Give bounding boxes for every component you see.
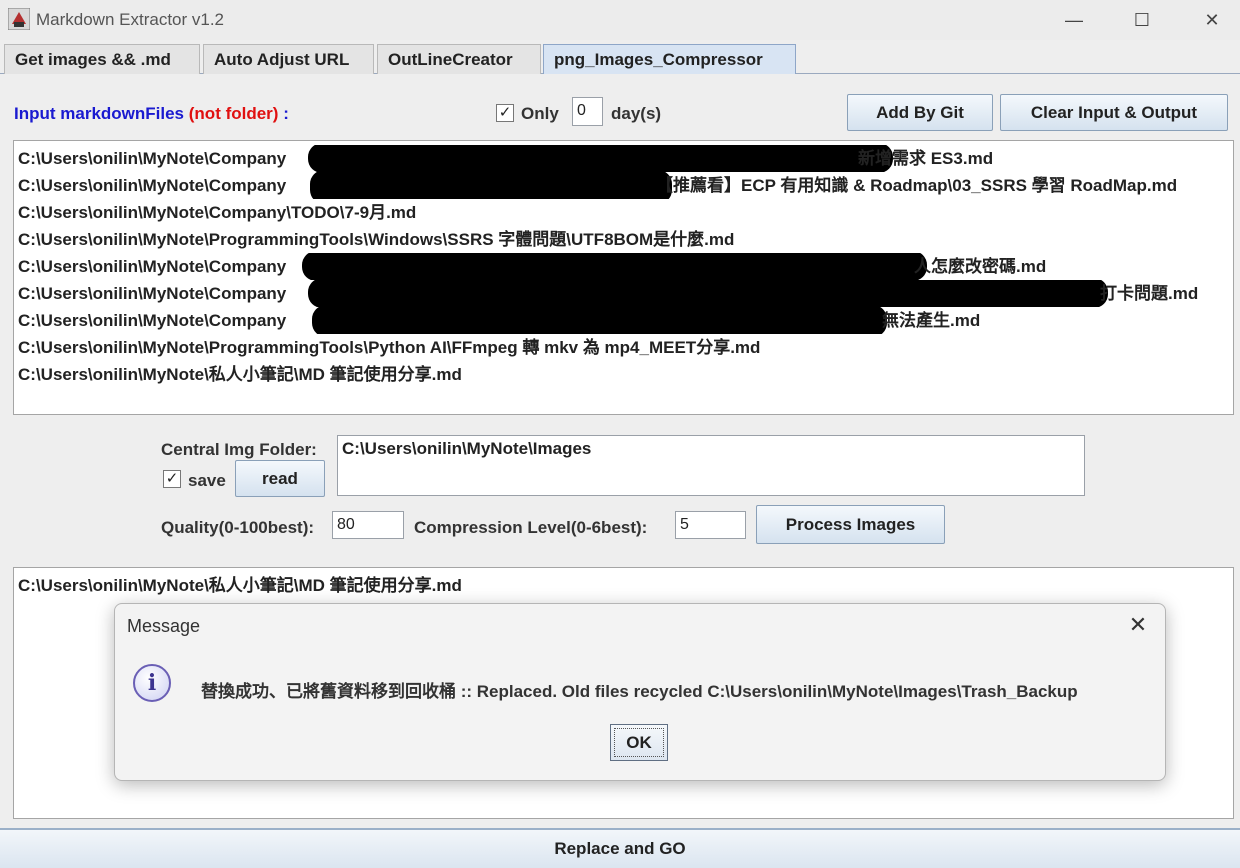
input-file-list[interactable]: C:\Users\onilin\MyNote\Company 新增需求 ES3.… [13,140,1234,415]
input-files-label-main: Input markdownFiles [14,104,185,123]
maximize-button[interactable]: ☐ [1122,6,1162,34]
message-dialog: Message ✕ i 替換成功、已將舊資料移到回收桶 :: Replaced.… [114,603,1166,781]
file-path-prefix: C:\Users\onilin\MyNote\Company [18,149,287,168]
redaction-mark [310,172,672,199]
tab-outline-creator[interactable]: OutLineCreator [377,44,541,74]
save-label: save [188,471,226,490]
list-item[interactable]: C:\Users\onilin\MyNote\Company 【推薦看】ECP … [18,172,1229,199]
file-path: C:\Users\onilin\MyNote\私人小筆記\MD 筆記使用分享.m… [18,365,462,384]
quality-label: Quality(0-100best): [161,518,315,537]
save-checkbox[interactable]: ✓ [163,470,181,488]
redaction-mark [308,145,893,172]
replace-and-go-button[interactable]: Replace and GO [0,828,1240,868]
file-path-prefix: C:\Users\onilin\MyNote\Company [18,284,287,303]
file-path: C:\Users\onilin\MyNote\ProgrammingTools\… [18,230,735,249]
central-img-folder-field[interactable]: C:\Users\onilin\MyNote\Images [337,435,1085,496]
list-item[interactable]: C:\Users\onilin\MyNote\ProgrammingTools\… [18,334,1229,361]
list-item[interactable]: C:\Users\onilin\MyNote\私人小筆記\MD 筆記使用分享.m… [18,361,1229,388]
redaction-mark [312,307,887,334]
only-days-checkbox[interactable]: ✓ [496,104,514,122]
close-window-button[interactable]: ✕ [1192,6,1232,34]
file-path-suffix: 無法產生.md [882,311,981,330]
list-item[interactable]: C:\Users\onilin\MyNote\Company 人怎麼改密碼.md [18,253,1229,280]
title-bar: Markdown Extractor v1.2 — ☐ ✕ [0,0,1240,40]
input-files-label: Input markdownFiles (not folder) : [14,104,289,124]
quality-input[interactable]: 80 [332,511,404,539]
input-files-label-colon: : [283,104,289,123]
file-path-prefix: C:\Users\onilin\MyNote\Company [18,257,287,276]
process-images-button[interactable]: Process Images [756,505,945,544]
dialog-title: Message [127,616,201,636]
dialog-close-button[interactable]: ✕ [1125,612,1151,638]
info-icon: i [133,664,171,702]
list-item[interactable]: C:\Users\onilin\MyNote\Company 新增需求 ES3.… [18,145,1229,172]
list-item[interactable]: C:\Users\onilin\MyNote\Company 無法產生.md [18,307,1229,334]
clear-input-output-button[interactable]: Clear Input & Output [1000,94,1228,131]
java-app-icon [8,8,30,30]
tab-get-images[interactable]: Get images && .md [4,44,200,74]
file-path: C:\Users\onilin\MyNote\ProgrammingTools\… [18,338,761,357]
ok-button-label: OK [610,724,668,761]
list-item[interactable]: C:\Users\onilin\MyNote\私人小筆記\MD 筆記使用分享.m… [18,572,1229,599]
dialog-message: 替換成功、已將舊資料移到回收桶 :: Replaced. Old files r… [201,682,1078,701]
window-title: Markdown Extractor v1.2 [36,10,225,29]
file-path: C:\Users\onilin\MyNote\私人小筆記\MD 筆記使用分享.m… [18,576,462,595]
redaction-mark [302,253,927,280]
file-path: C:\Users\onilin\MyNote\Company\TODO\7-9月… [18,203,417,222]
list-item[interactable]: C:\Users\onilin\MyNote\Company\TODO\7-9月… [18,199,1229,226]
file-path-suffix: 人怎麼改密碼.md [914,257,1047,276]
list-item[interactable]: C:\Users\onilin\MyNote\ProgrammingTools\… [18,226,1229,253]
tab-bar: Get images && .md Auto Adjust URL OutLin… [0,44,1240,74]
only-label: Only [521,104,559,123]
days-input[interactable]: 0 [572,97,603,126]
compression-level-label: Compression Level(0-6best): [414,518,648,537]
ok-button[interactable]: OK [610,724,668,761]
input-files-label-note: (not folder) [188,104,279,123]
file-path-suffix: 【推薦看】ECP 有用知識 & Roadmap\03_SSRS 學習 RoadM… [656,176,1178,195]
tab-auto-adjust-url[interactable]: Auto Adjust URL [203,44,374,74]
add-by-git-button[interactable]: Add By Git [847,94,993,131]
days-label: day(s) [611,104,662,123]
central-img-folder-label: Central Img Folder: [161,440,317,459]
file-path-prefix: C:\Users\onilin\MyNote\Company [18,311,287,330]
file-path-prefix: C:\Users\onilin\MyNote\Company [18,176,287,195]
list-item[interactable]: C:\Users\onilin\MyNote\Company 打卡問題.md [18,280,1229,307]
read-button[interactable]: read [235,460,325,497]
compression-level-input[interactable]: 5 [675,511,746,539]
redaction-mark [308,280,1108,307]
tab-png-images-compressor[interactable]: png_Images_Compressor [543,44,796,74]
minimize-button[interactable]: — [1054,6,1094,34]
file-path-suffix: 打卡問題.md [1100,284,1199,303]
file-path-suffix: 新增需求 ES3.md [858,149,994,168]
